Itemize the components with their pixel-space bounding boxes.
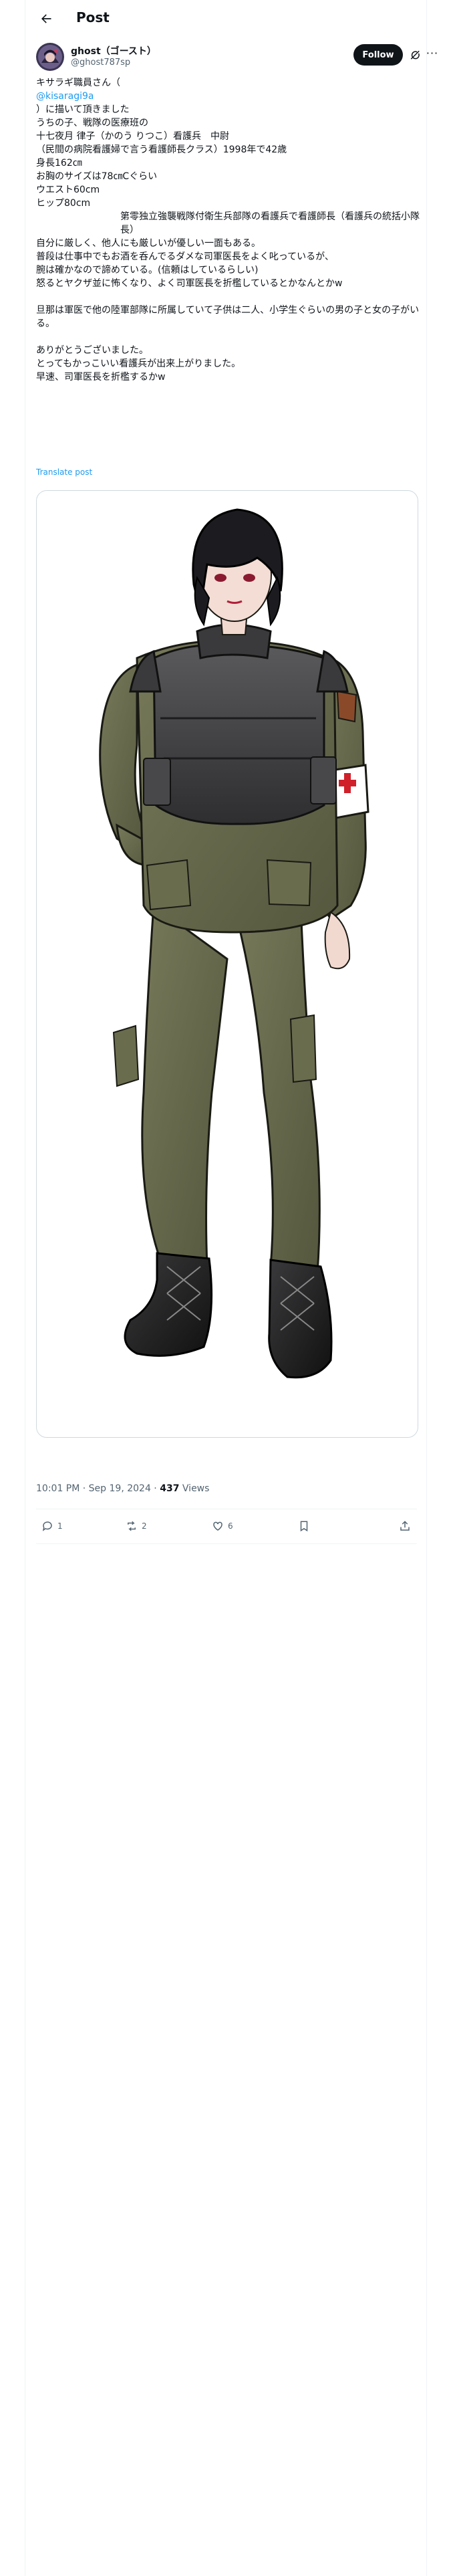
follow-button[interactable]: Follow xyxy=(353,44,403,66)
post-page: Post ghost（ゴースト） @ghost787sp Follow ··· … xyxy=(25,0,438,2576)
author-name[interactable]: ghost（ゴースト） xyxy=(71,44,156,58)
tweet-line: 怒るとヤクザ並に怖くなり、よく司軍医長を折檻しているとかなんとかw xyxy=(36,278,343,289)
character-illustration xyxy=(99,508,369,1379)
tweet-line: ありがとうございました。 xyxy=(36,345,148,356)
bookmark-button[interactable] xyxy=(298,1518,314,1534)
tweet-line: ヒップ80cm xyxy=(36,198,91,209)
share-button[interactable] xyxy=(399,1518,415,1534)
reply-icon xyxy=(42,1521,52,1531)
heart-icon xyxy=(213,1521,222,1531)
tweet-line: ）に描いて頂きました xyxy=(36,104,130,115)
grok-icon[interactable] xyxy=(410,49,422,62)
post-image[interactable] xyxy=(36,490,418,1438)
tweet-line: 十七夜月 律子（かのう りつこ）看護兵 中尉 xyxy=(36,131,230,142)
views-label: Views xyxy=(179,1483,210,1494)
meta-separator: · xyxy=(150,1483,160,1494)
tweet-line: 自分に厳しく、他人にも厳しいが優しい一面もある。 xyxy=(36,238,261,249)
reply-count: 1 xyxy=(57,1521,63,1531)
repost-icon xyxy=(128,1521,136,1531)
post-timestamp[interactable]: 10:01 PM · Sep 19, 2024 xyxy=(36,1483,151,1494)
page-title: Post xyxy=(76,9,110,25)
post-meta: 10:01 PM · Sep 19, 2024 · 437 Views xyxy=(36,1483,209,1494)
tweet-line: キサラギ職員さん（ xyxy=(36,78,120,88)
author-handle[interactable]: @ghost787sp xyxy=(71,58,130,68)
tweet-line: うちの子、戦隊の医療班の xyxy=(36,118,148,128)
mention-link[interactable]: @kisaragi9a xyxy=(36,90,420,103)
tweet-line: 普段は仕事中でもお酒を呑んでるダメな司軍医長をよく叱っているが、 xyxy=(36,251,334,262)
tweet-line: とってもかっこいい看護兵が出来上がりました。 xyxy=(36,358,241,369)
tweet-text: キサラギ職員さん（ @kisaragi9a ）に描いて頂きました うちの子、戦隊… xyxy=(36,76,420,384)
repost-button[interactable]: 2 xyxy=(126,1518,147,1534)
divider xyxy=(36,1543,417,1544)
tweet-line: （民間の病院看護婦で言う看護師長クラス）1998年で42歳 xyxy=(36,144,287,155)
tweet-line: 身長162㎝ xyxy=(36,158,82,169)
action-bar: 1 2 6 xyxy=(36,1510,417,1543)
back-button[interactable] xyxy=(37,10,55,27)
tweet-line: 旦那は軍医で他の陸軍部隊に所属していて子供は二人、小学生ぐらいの男の子と女の子が… xyxy=(36,305,420,329)
translate-post-link[interactable]: Translate post xyxy=(36,467,92,477)
views-count: 437 xyxy=(160,1483,180,1494)
tweet-line: 早速、司軍医長を折檻するかw xyxy=(36,372,166,383)
arrow-left-icon xyxy=(41,14,51,23)
tweet-line: お胸のサイズは78㎝Cぐらい xyxy=(36,171,158,182)
tweet-line: ウエスト60cm xyxy=(36,185,100,195)
like-button[interactable]: 6 xyxy=(212,1518,233,1534)
like-count: 6 xyxy=(228,1521,233,1531)
tweet-line: 腕は確かなので諦めている。(信頼はしているらしい) xyxy=(36,265,259,276)
repost-count: 2 xyxy=(142,1521,147,1531)
tweet-line: 第零独立強襲戦隊付衛生兵部隊の看護兵で看護師長（看護兵の統括小隊長） xyxy=(120,211,420,235)
avatar[interactable] xyxy=(36,43,64,71)
bookmark-icon xyxy=(300,1521,308,1532)
more-options-icon[interactable]: ··· xyxy=(426,47,439,60)
top-bar: Post xyxy=(25,0,426,37)
share-icon xyxy=(400,1521,410,1531)
avatar-image xyxy=(36,43,64,71)
author-row: ghost（ゴースト） @ghost787sp Follow ··· xyxy=(36,43,438,75)
reply-button[interactable]: 1 xyxy=(41,1518,63,1534)
